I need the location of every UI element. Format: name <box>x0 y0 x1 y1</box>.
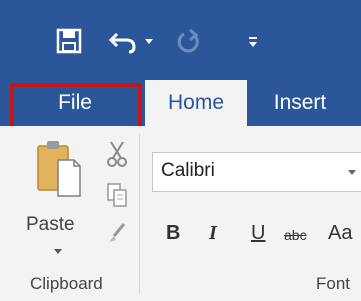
tab-insert[interactable]: Insert <box>262 80 338 126</box>
font-name-value: Calibri <box>161 160 215 181</box>
format-painter-icon[interactable] <box>106 222 128 246</box>
font-group-label: Font <box>316 274 351 293</box>
tab-home[interactable]: Home <box>145 80 247 126</box>
copy-icon[interactable] <box>106 182 128 208</box>
font-name-box[interactable]: Calibri <box>152 152 361 192</box>
tab-file[interactable]: File <box>16 80 134 126</box>
ribbon-tab-bar: File Home Insert <box>0 80 361 126</box>
underline-button[interactable]: U <box>251 222 265 245</box>
font-dropdown-icon[interactable] <box>347 169 357 176</box>
save-icon[interactable] <box>56 28 82 54</box>
change-case-button[interactable]: Aa <box>328 222 352 245</box>
redo-icon[interactable] <box>176 28 202 56</box>
cut-icon[interactable] <box>106 140 128 168</box>
italic-button[interactable]: I <box>209 222 217 245</box>
paste-button[interactable]: Paste <box>20 134 94 256</box>
title-bar <box>0 0 361 80</box>
undo-dropdown-icon[interactable] <box>144 38 154 46</box>
clipboard-group-label: Clipboard <box>30 274 103 293</box>
customize-qat-icon[interactable] <box>248 36 258 48</box>
paste-dropdown-icon[interactable] <box>53 248 63 255</box>
strikethrough-button[interactable]: abc <box>284 227 307 243</box>
paste-icon <box>37 141 81 197</box>
bold-button[interactable]: B <box>166 222 180 245</box>
ribbon-home: Paste Clipboard Calibri B I U abc Aa Fon… <box>0 126 361 301</box>
group-divider <box>139 134 140 294</box>
undo-icon[interactable] <box>108 28 138 54</box>
paste-label: Paste <box>26 214 75 235</box>
